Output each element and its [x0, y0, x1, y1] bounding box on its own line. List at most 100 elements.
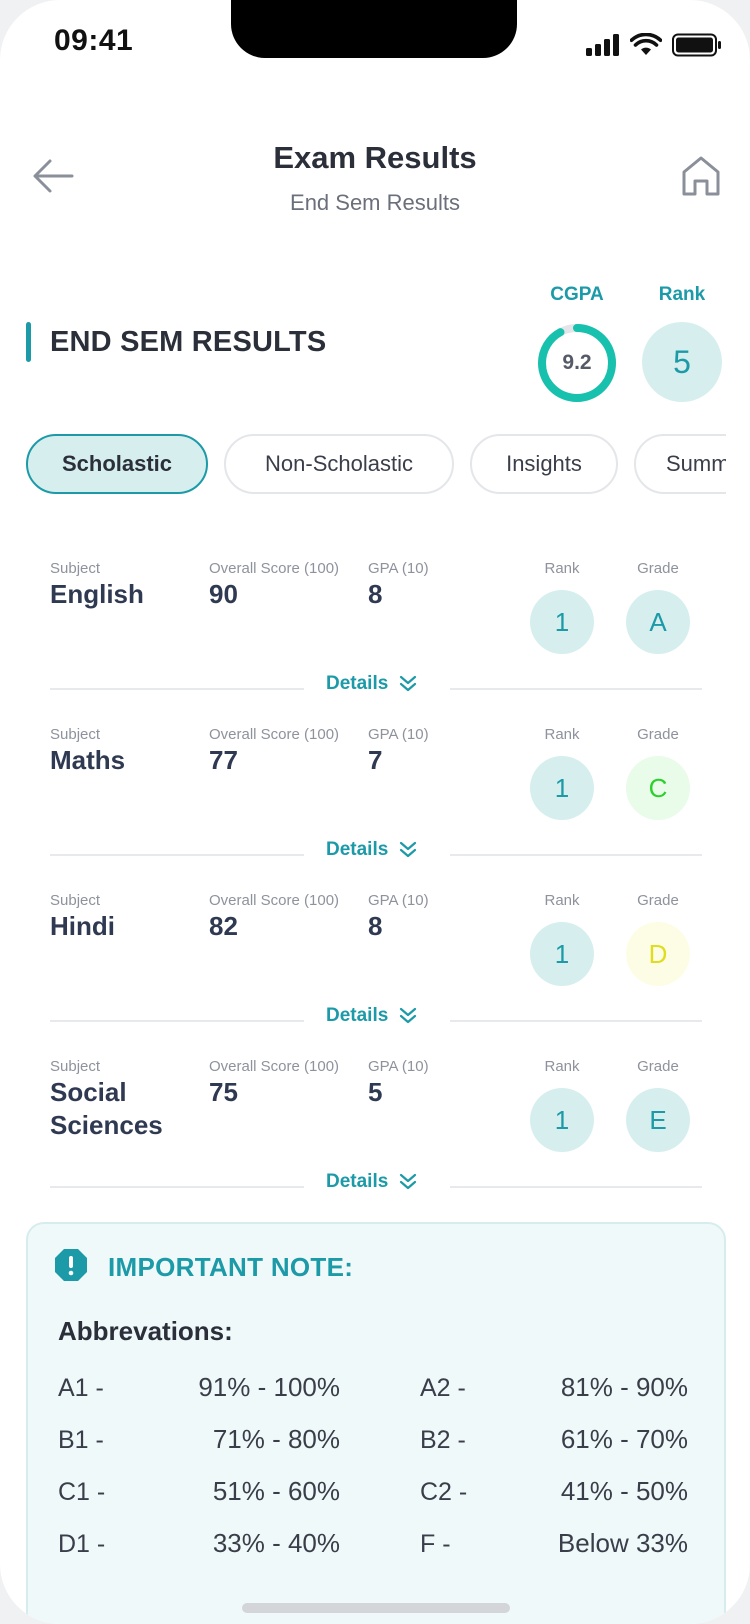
divider	[50, 854, 304, 856]
gpa-value: 8	[368, 579, 383, 609]
subject-label: Subject	[50, 892, 101, 909]
grade-badge: C	[626, 756, 690, 820]
details-toggle[interactable]: Details	[326, 1005, 418, 1027]
grade-label: Grade	[637, 726, 679, 743]
score-label: Overall Score (100)	[209, 1058, 340, 1075]
abbr-code: C1 -	[58, 1478, 106, 1506]
rank-badge: 1	[530, 756, 594, 820]
gpa-value: 8	[368, 911, 383, 941]
score-value: 77	[209, 745, 238, 775]
score-label: Overall Score (100)	[209, 560, 340, 577]
score-value: 90	[209, 579, 238, 609]
abbr-code: A1 -	[58, 1374, 104, 1402]
page-title: Exam Results	[273, 140, 477, 175]
tab-non-scholastic[interactable]: Non-Scholastic	[224, 434, 454, 494]
battery-icon	[672, 33, 721, 57]
tab-insights[interactable]: Insights	[470, 434, 618, 494]
subject-name: Hindi	[50, 911, 115, 941]
gpa-value: 7	[368, 745, 383, 775]
divider	[450, 1186, 702, 1188]
subject-label: Subject	[50, 1058, 101, 1075]
abbr-range: 41% - 50%	[560, 1476, 688, 1506]
gpa-label: GPA (10)	[368, 892, 429, 909]
details-toggle[interactable]: Details	[326, 673, 418, 695]
grade-label: Grade	[637, 560, 679, 577]
grade-label: Grade	[637, 892, 679, 909]
subject-label: Subject	[50, 560, 101, 577]
home-icon	[682, 156, 720, 196]
rank-label: Rank	[544, 560, 580, 577]
status-time: 09:41	[54, 24, 134, 57]
details-label: Details	[326, 1005, 389, 1026]
details-toggle[interactable]: Details	[326, 1171, 418, 1193]
abbr-code: C2 -	[420, 1478, 468, 1506]
abbr-range: 71% - 80%	[212, 1424, 340, 1454]
tab-scholastic[interactable]: Scholastic	[26, 434, 208, 494]
subject-row: Subject Maths Overall Score (100) 77 GPA…	[0, 726, 750, 892]
abbr-code: F -	[420, 1530, 451, 1558]
score-value: 82	[209, 911, 238, 941]
details-label: Details	[326, 673, 389, 694]
tab-summary[interactable]: Summary	[634, 434, 726, 494]
abbr-range: 91% - 100%	[198, 1372, 340, 1402]
alert-octagon-icon	[55, 1249, 87, 1281]
abbr-range: 33% - 40%	[212, 1528, 340, 1558]
grade-badge: E	[626, 1088, 690, 1152]
abbr-code: B1 -	[58, 1426, 104, 1454]
divider	[450, 1020, 702, 1022]
subject-row: Subject Hindi Overall Score (100) 82 GPA…	[0, 892, 750, 1058]
cgpa-label: CGPA	[550, 284, 604, 305]
status-icons	[586, 32, 722, 58]
double-chevron-down-icon	[400, 675, 417, 692]
home-indicator[interactable]	[242, 1603, 510, 1613]
details-label: Details	[326, 1171, 389, 1192]
details-toggle[interactable]: Details	[326, 839, 418, 861]
subject-name: Social Sciences	[50, 1077, 163, 1140]
abbr-range: 61% - 70%	[560, 1424, 688, 1454]
grade-label: Grade	[637, 1058, 679, 1075]
rank-label: Rank	[544, 892, 580, 909]
page-subtitle: End Sem Results	[290, 190, 460, 215]
double-chevron-down-icon	[400, 1007, 417, 1024]
abbr-range: 51% - 60%	[212, 1476, 340, 1506]
grade-badge: D	[626, 922, 690, 986]
rank-badge: 1	[530, 1088, 594, 1152]
subject-row: Subject English Overall Score (100) 90 G…	[0, 560, 750, 726]
section-title: END SEM RESULTS	[50, 326, 327, 358]
abbr-code: D1 -	[58, 1530, 106, 1558]
details-label: Details	[326, 839, 389, 860]
divider	[50, 1020, 304, 1022]
rank-badge: 1	[530, 922, 594, 986]
abbr-code: B2 -	[420, 1426, 466, 1454]
subject-name: English	[50, 579, 144, 609]
score-label: Overall Score (100)	[209, 726, 340, 743]
subject-label: Subject	[50, 726, 101, 743]
gpa-label: GPA (10)	[368, 726, 429, 743]
double-chevron-down-icon	[400, 841, 417, 858]
rank-badge: 1	[530, 590, 594, 654]
divider	[50, 688, 304, 690]
divider	[50, 1186, 304, 1188]
camera-notch	[231, 0, 517, 58]
note-title: IMPORTANT NOTE:	[108, 1252, 354, 1282]
home-button[interactable]	[680, 154, 722, 198]
rank-label: Rank	[658, 284, 706, 305]
abbr-range: 81% - 90%	[560, 1372, 688, 1402]
overall-rank-badge: 5	[642, 322, 722, 402]
abbr-range: Below 33%	[557, 1528, 688, 1558]
gpa-label: GPA (10)	[368, 560, 429, 577]
cellular-signal-icon	[586, 34, 619, 56]
important-note-card: IMPORTANT NOTE: Abbrevations: A1 - 91% -…	[26, 1222, 726, 1624]
divider	[450, 688, 702, 690]
double-chevron-down-icon	[400, 1173, 417, 1190]
wifi-icon	[630, 33, 662, 55]
rank-label: Rank	[544, 726, 580, 743]
divider	[450, 854, 702, 856]
subject-row: Subject Social Sciences Overall Score (1…	[0, 1058, 750, 1224]
subject-name: Maths	[50, 745, 126, 775]
score-label: Overall Score (100)	[209, 892, 340, 909]
score-value: 75	[209, 1077, 238, 1107]
cgpa-value: 9.2	[562, 351, 592, 374]
grade-badge: A	[626, 590, 690, 654]
rank-label: Rank	[544, 1058, 580, 1075]
